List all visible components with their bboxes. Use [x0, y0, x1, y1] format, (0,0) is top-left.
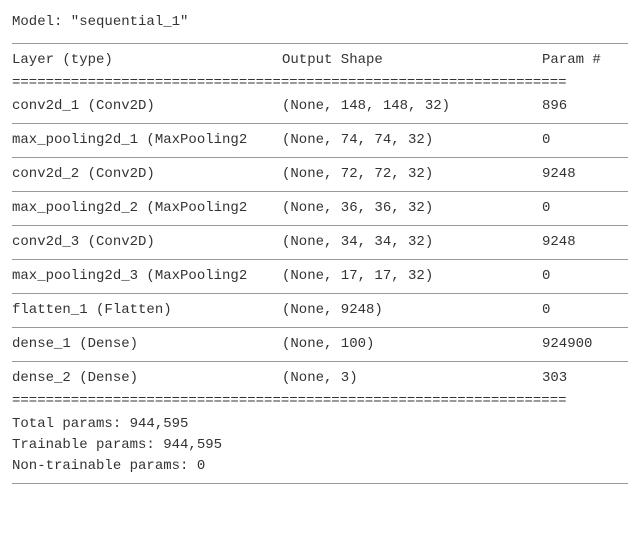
cell-layer: flatten_1 (Flatten) [12, 300, 282, 321]
trainable-params: Trainable params: 944,595 [12, 435, 628, 456]
cell-param: 9248 [542, 164, 628, 185]
cell-layer: conv2d_2 (Conv2D) [12, 164, 282, 185]
col-header-layer: Layer (type) [12, 50, 282, 71]
cell-layer: conv2d_3 (Conv2D) [12, 232, 282, 253]
divider [12, 361, 628, 362]
cell-shape: (None, 148, 148, 32) [282, 96, 542, 117]
cell-shape: (None, 9248) [282, 300, 542, 321]
col-header-param: Param # [542, 50, 628, 71]
table-row: max_pooling2d_2 (MaxPooling2(None, 36, 3… [12, 198, 628, 219]
cell-shape: (None, 100) [282, 334, 542, 355]
table-header-row: Layer (type) Output Shape Param # [12, 50, 628, 71]
cell-layer: max_pooling2d_3 (MaxPooling2 [12, 266, 282, 287]
table-row: max_pooling2d_3 (MaxPooling2(None, 17, 1… [12, 266, 628, 287]
col-header-shape: Output Shape [282, 50, 542, 71]
non-trainable-params: Non-trainable params: 0 [12, 456, 628, 477]
cell-param: 0 [542, 198, 628, 219]
model-title: Model: "sequential_1" [12, 12, 628, 33]
equals-divider: ========================================… [12, 73, 628, 94]
cell-layer: dense_1 (Dense) [12, 334, 282, 355]
divider [12, 483, 628, 484]
cell-shape: (None, 17, 17, 32) [282, 266, 542, 287]
table-row: max_pooling2d_1 (MaxPooling2(None, 74, 7… [12, 130, 628, 151]
cell-param: 0 [542, 300, 628, 321]
divider [12, 225, 628, 226]
divider [12, 191, 628, 192]
cell-param: 0 [542, 130, 628, 151]
cell-shape: (None, 74, 74, 32) [282, 130, 542, 151]
cell-layer: conv2d_1 (Conv2D) [12, 96, 282, 117]
cell-layer: max_pooling2d_2 (MaxPooling2 [12, 198, 282, 219]
cell-param: 896 [542, 96, 628, 117]
divider [12, 293, 628, 294]
divider [12, 157, 628, 158]
divider [12, 123, 628, 124]
table-row: dense_2 (Dense)(None, 3)303 [12, 368, 628, 389]
cell-shape: (None, 3) [282, 368, 542, 389]
divider [12, 327, 628, 328]
table-row: conv2d_2 (Conv2D)(None, 72, 72, 32)9248 [12, 164, 628, 185]
cell-layer: max_pooling2d_1 (MaxPooling2 [12, 130, 282, 151]
summary-block: Total params: 944,595 Trainable params: … [12, 414, 628, 477]
table-row: conv2d_3 (Conv2D)(None, 34, 34, 32)9248 [12, 232, 628, 253]
table-row: dense_1 (Dense)(None, 100)924900 [12, 334, 628, 355]
cell-shape: (None, 72, 72, 32) [282, 164, 542, 185]
table-row: conv2d_1 (Conv2D)(None, 148, 148, 32)896 [12, 96, 628, 117]
cell-shape: (None, 34, 34, 32) [282, 232, 542, 253]
table-row: flatten_1 (Flatten)(None, 9248)0 [12, 300, 628, 321]
cell-layer: dense_2 (Dense) [12, 368, 282, 389]
equals-divider: ========================================… [12, 391, 628, 412]
cell-shape: (None, 36, 36, 32) [282, 198, 542, 219]
cell-param: 924900 [542, 334, 628, 355]
cell-param: 0 [542, 266, 628, 287]
cell-param: 303 [542, 368, 628, 389]
divider [12, 43, 628, 44]
divider [12, 259, 628, 260]
cell-param: 9248 [542, 232, 628, 253]
total-params: Total params: 944,595 [12, 414, 628, 435]
